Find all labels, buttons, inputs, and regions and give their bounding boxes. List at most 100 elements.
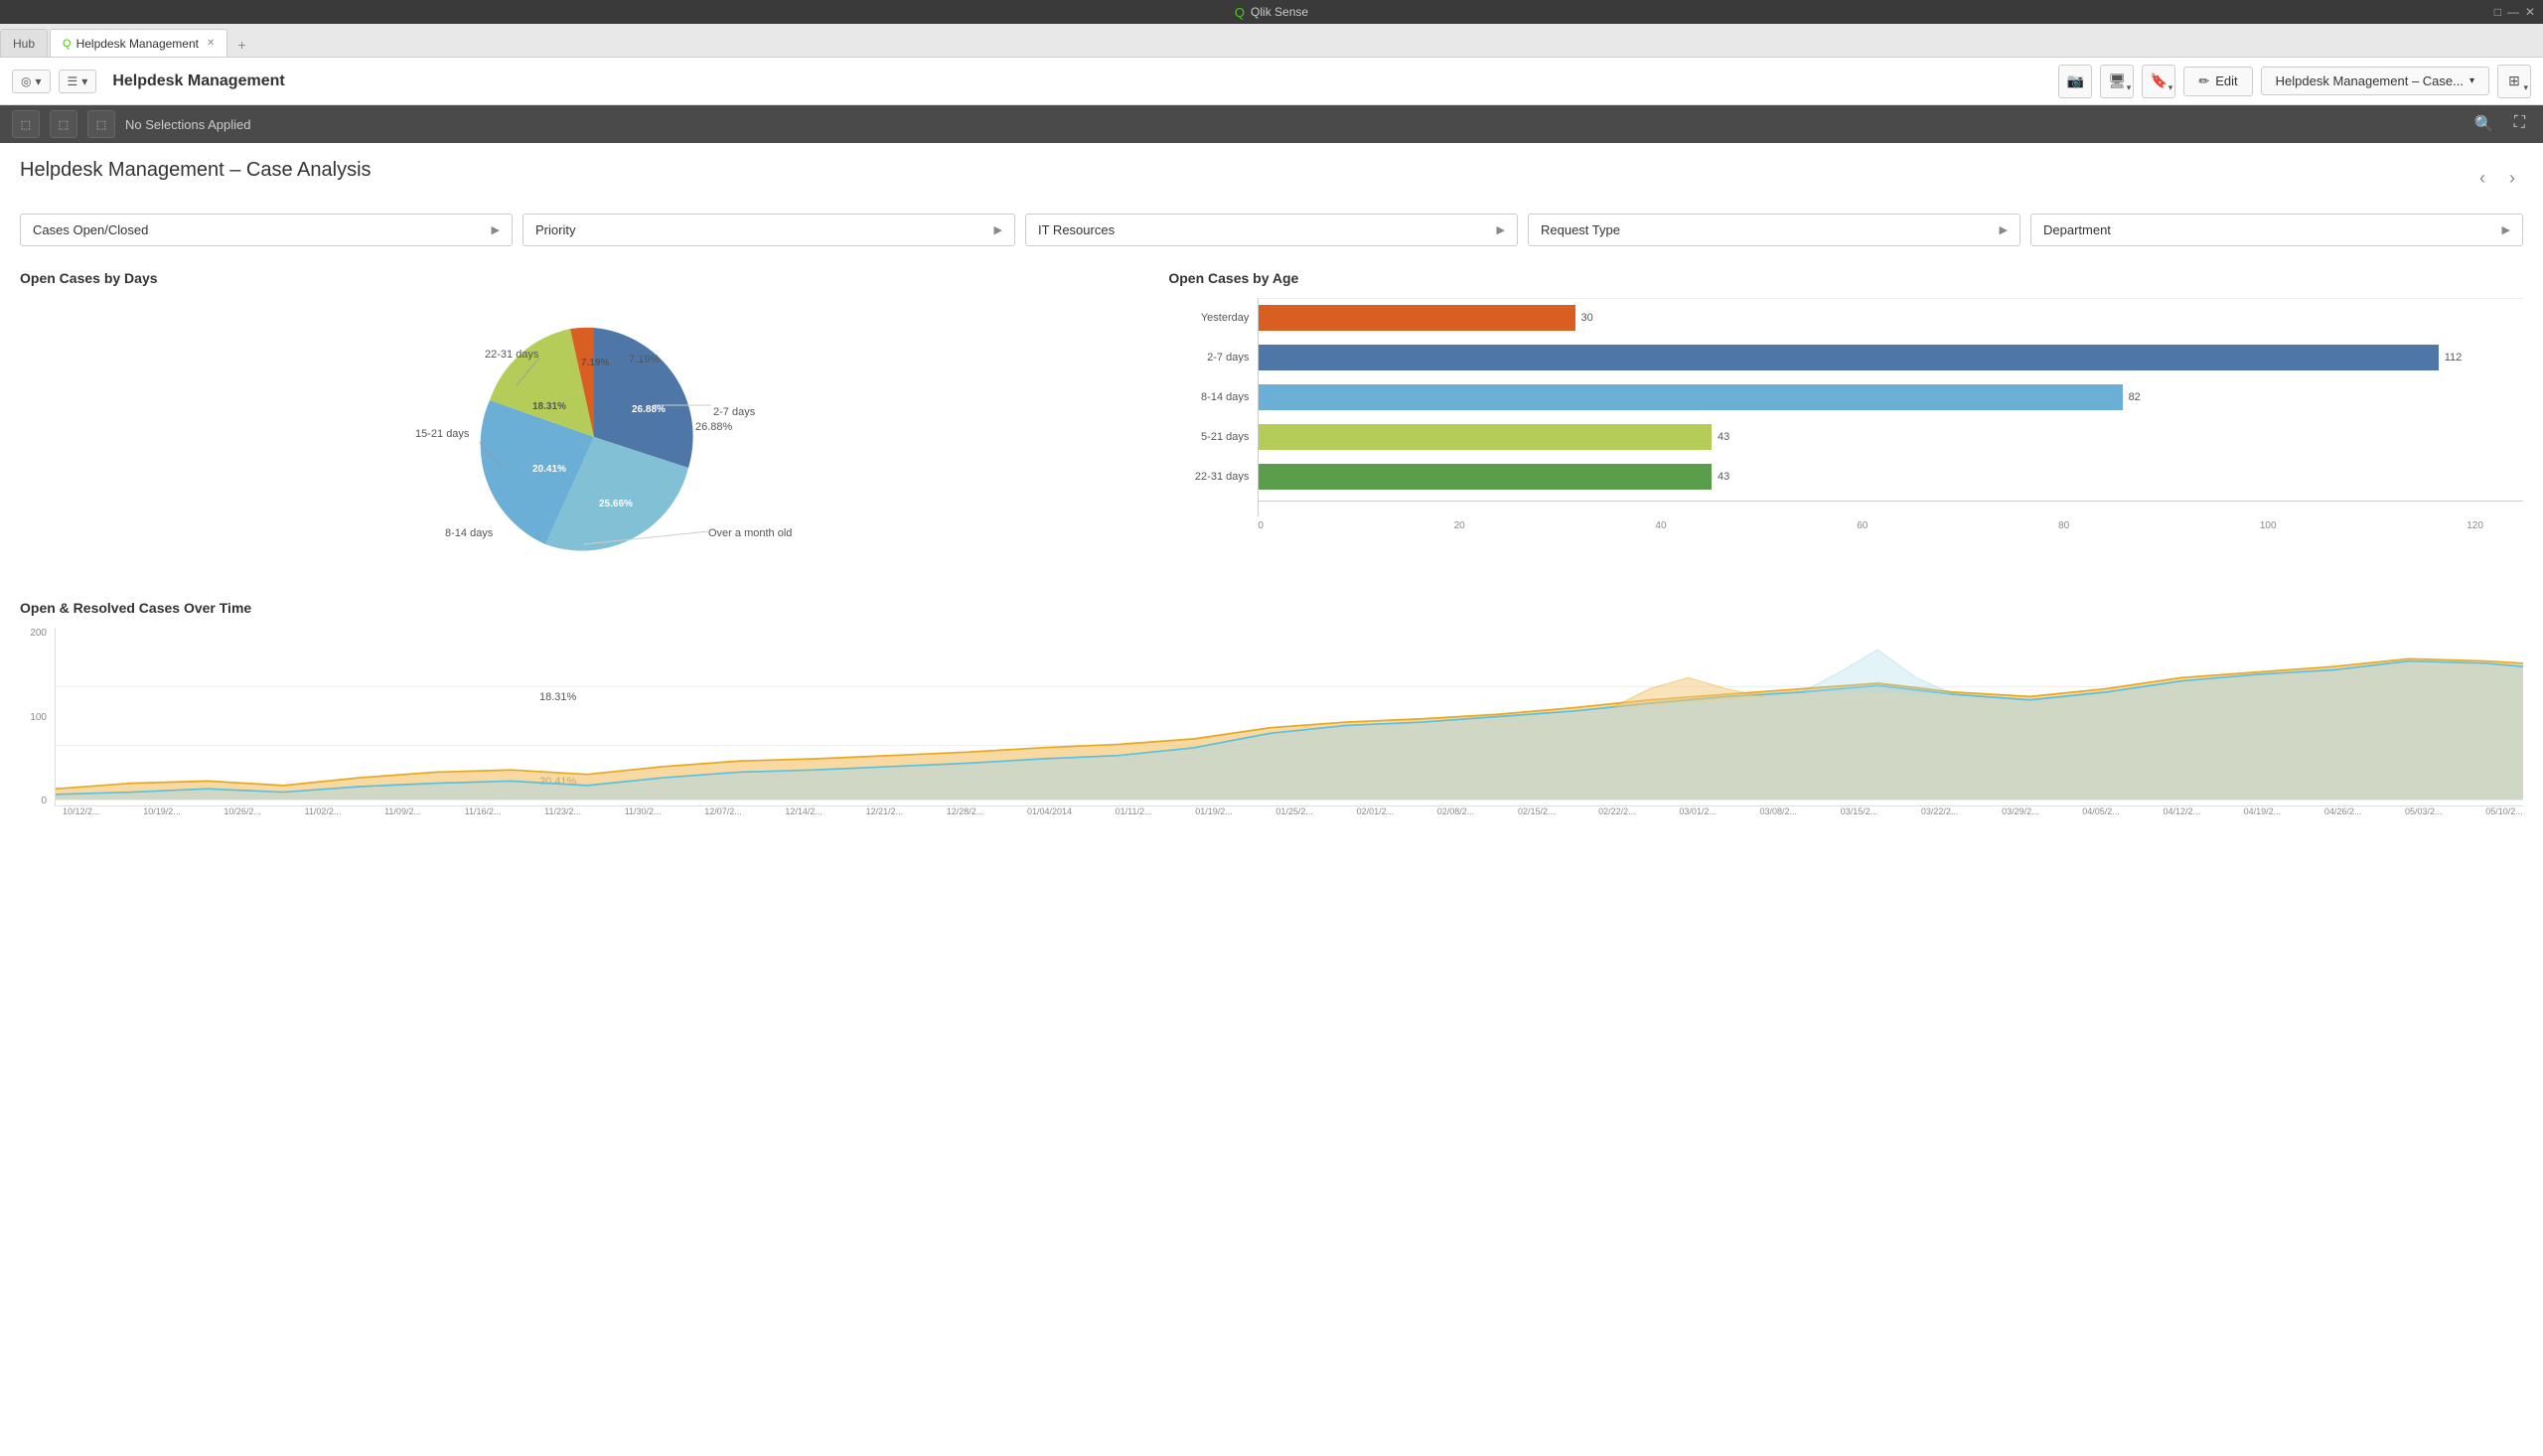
app-name-text: Helpdesk Management – Case... [2276,73,2464,88]
bar-row-2-7: 2-7 days 112 [1259,338,2523,377]
x-time-19: 02/22/2... [1598,806,1636,816]
x-time-1: 10/19/2... [143,806,181,816]
x-time-27: 04/19/2... [2244,806,2282,816]
x-time-8: 12/07/2... [704,806,742,816]
x-time-10: 12/21/2... [866,806,904,816]
x-time-9: 12/14/2... [785,806,823,816]
toolbar: ◎ ▾ ☰ ▾ Helpdesk Management 📷 🖥 ▾ 🔖 ▾ ✏ … [0,58,2543,105]
toolbar-right: 📷 🖥 ▾ 🔖 ▾ ✏ Edit Helpdesk Management – C… [2058,65,2531,98]
search-btn[interactable]: 🔍 [2468,112,2500,136]
pie-inner-pct-8-14: 20.41% [532,464,566,475]
selection-text: No Selections Applied [125,117,2459,132]
tab-helpdesk[interactable]: Q Helpdesk Management ✕ [50,29,227,57]
filter-cases-open-closed[interactable]: Cases Open/Closed ▶ [20,214,513,246]
app-name-caret: ▾ [2469,75,2474,86]
filter-priority-label: Priority [535,222,575,237]
pie-inner-pct-15-21: 18.31% [532,401,566,412]
qlik-logo: Q [1235,5,1245,20]
sel-clear-btn[interactable]: ⬚ [87,110,115,138]
selections-btn[interactable]: ☰ ▾ [59,70,97,93]
bar-fill-8-14: 82 [1259,384,2122,410]
tab-hub[interactable]: Hub [0,29,48,57]
selections-icon: ☰ [68,74,78,88]
pie-label-15-21: 15-21 days [415,428,470,440]
page-title: Helpdesk Management – Case Analysis [20,159,372,182]
selection-bar: ⬚ ⬚ ⬚ No Selections Applied 🔍 ⛶ [0,105,2543,143]
grid-view-btn[interactable]: ⊞ ▾ [2497,65,2531,98]
x-label-0: 0 [1258,520,1264,531]
y-label-100: 100 [30,712,47,723]
x-time-5: 11/16/2... [465,806,502,816]
pie-chart-container: 2-7 days 26.88% Over a month old 8-14 da… [20,298,1148,576]
filter-it-resources[interactable]: IT Resources ▶ [1025,214,1518,246]
x-time-17: 02/08/2... [1437,806,1475,816]
bar-row-8-14: 8-14 days 82 [1259,377,2523,417]
nav-next-btn[interactable]: › [2501,164,2523,193]
y-axis: 200 100 0 [20,628,55,806]
bar-x-axis: 0 20 40 60 80 100 120 [1258,520,2523,531]
filter-dept-label: Department [2043,222,2111,237]
insights-icon: ◎ [21,74,31,88]
tab-bar: Hub Q Helpdesk Management ✕ + [0,24,2543,58]
edit-button[interactable]: ✏ Edit [2183,67,2252,96]
x-time-22: 03/15/2... [1841,806,1878,816]
sel-forward-btn[interactable]: ⬚ [50,110,77,138]
x-time-28: 04/26/2... [2324,806,2362,816]
bookmark-caret: ▾ [2169,82,2173,93]
x-time-21: 03/08/2... [1760,806,1798,816]
expand-btn[interactable]: ⛶ [2508,112,2531,136]
filter-request-label: Request Type [1541,222,1620,237]
bar-label-8-14: 8-14 days [1169,391,1249,403]
present-btn[interactable]: 🖥 ▾ [2100,65,2134,98]
pie-chart-title: Open Cases by Days [20,270,1148,286]
close-btn[interactable]: ✕ [2525,5,2535,19]
present-icon: 🖥 [2108,73,2126,89]
filter-request-type[interactable]: Request Type ▶ [1528,214,2020,246]
bar-chart-section: Open Cases by Age Yesterday 30 [1168,270,2523,576]
x-time-24: 03/29/2... [2002,806,2039,816]
nav-prev-btn[interactable]: ‹ [2471,164,2493,193]
pie-inner-pct-22-31: 7.19% [581,358,609,368]
title-bar-text: Qlik Sense [1251,5,1308,19]
bar-label-2-7: 2-7 days [1169,352,1249,364]
pie-label-2-7: 2-7 days [713,406,756,418]
x-time-15: 01/25/2... [1275,806,1313,816]
x-time-25: 04/05/2... [2082,806,2120,816]
bookmark-btn[interactable]: 🔖 ▾ [2142,65,2175,98]
pie-chart-section: Open Cases by Days 2-7 days 26. [20,270,1148,576]
x-time-3: 11/02/2... [305,806,342,816]
x-time-23: 03/22/2... [1921,806,1959,816]
x-label-80: 80 [2058,520,2069,531]
filter-priority[interactable]: Priority ▶ [523,214,1015,246]
x-label-100: 100 [2260,520,2277,531]
sel-forward-icon: ⬚ [59,118,69,131]
x-time-2: 10/26/2... [224,806,261,816]
pie-inner-pct-over: 25.66% [599,499,633,510]
snapshot-btn[interactable]: 📷 [2058,65,2092,98]
sel-right-controls: 🔍 ⛶ [2468,112,2531,136]
pie-chart-svg: 2-7 days 26.88% Over a month old 8-14 da… [385,298,783,576]
bar-fill-2-7: 112 [1259,345,2438,370]
helpdesk-tab-icon: Q [63,38,72,50]
x-label-40: 40 [1655,520,1666,531]
pie-pct-22-31: 7.19% [629,354,660,365]
bar-row-yesterday: Yesterday 30 [1259,298,2523,338]
sel-back-btn[interactable]: ⬚ [12,110,40,138]
x-time-12: 01/04/2014 [1027,806,1072,816]
bookmark-icon: 🔖 [2151,73,2168,89]
bar-axis-line [1259,501,2523,502]
tab-close-btn[interactable]: ✕ [207,38,215,49]
edit-label: Edit [2215,73,2237,88]
x-time-7: 11/30/2... [625,806,662,816]
sel-back-icon: ⬚ [21,118,31,131]
insights-btn[interactable]: ◎ ▾ [12,70,51,93]
toolbar-title: Helpdesk Management [112,73,2050,90]
bar-row-5-21: 5-21 days 43 [1259,417,2523,457]
tab-add-btn[interactable]: + [229,33,253,57]
x-time-26: 04/12/2... [2163,806,2200,816]
window-controls[interactable]: □ — ✕ [2494,5,2535,19]
restore-btn[interactable]: □ [2494,5,2501,19]
minimize-btn[interactable]: — [2507,5,2519,19]
filter-department[interactable]: Department ▶ [2030,214,2523,246]
app-name-button[interactable]: Helpdesk Management – Case... ▾ [2261,67,2489,95]
